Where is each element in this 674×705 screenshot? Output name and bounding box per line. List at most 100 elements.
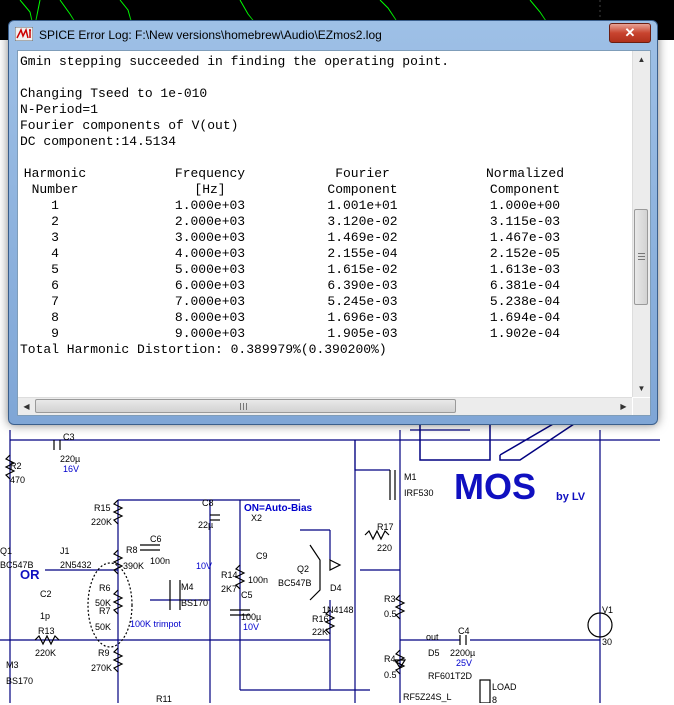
table-row-cell: 9.000e+03 xyxy=(174,326,246,341)
trimpot-label: 100K trimpot xyxy=(130,619,182,629)
part-j1-value: 2N5432 xyxy=(60,560,92,570)
table-row-cell: 3.000e+03 xyxy=(174,230,246,245)
part-r13-value: 220K xyxy=(35,648,57,658)
table-row-cell: 5.245e-03 xyxy=(327,294,398,309)
part-c9-label: C9 xyxy=(256,551,268,561)
scrollbar-corner xyxy=(633,398,650,415)
part-r4-label: R4 xyxy=(384,654,396,664)
part-r14-value: 2K7 xyxy=(221,584,238,594)
part-x2-label: X2 xyxy=(251,513,263,523)
part-c2-label: C2 xyxy=(40,589,52,599)
part-r17-label: R17 xyxy=(377,522,394,532)
part-m3-label: M3 xyxy=(6,660,19,670)
load-value: 8 xyxy=(492,695,498,705)
part-c8-value: 22µ xyxy=(198,520,214,530)
table-row-cell: 1.001e+01 xyxy=(327,198,398,213)
part-c2-value: 1p xyxy=(40,611,51,621)
log-text-area[interactable]: Gmin stepping succeeded in finding the o… xyxy=(18,51,632,397)
logo-text: MOS xyxy=(454,466,537,507)
scroll-right-icon[interactable]: ▶ xyxy=(615,398,632,415)
part-c3-rating: 16V xyxy=(63,464,80,474)
table-header-row: Harmonic Frequency Fourier Normalized xyxy=(20,166,630,182)
table-header-row-cell: Component xyxy=(327,182,398,197)
table-row: 8 8.000e+03 1.696e-03 1.694e-04 xyxy=(20,310,630,326)
table-row: 1 1.000e+03 1.001e+01 1.000e+00 xyxy=(20,198,630,214)
vertical-scrollbar[interactable]: ▲ ▼ xyxy=(632,51,650,397)
part-r9-label: R9 xyxy=(98,648,110,658)
table-row-cell: 1.902e-04 xyxy=(489,326,561,341)
table-row-cell: 1.469e-02 xyxy=(327,230,398,245)
part-c4-rating: 25V xyxy=(456,658,473,668)
horizontal-scroll-thumb[interactable] xyxy=(35,399,456,413)
close-button[interactable]: ✕ xyxy=(609,23,651,43)
part-r15-value: 220K xyxy=(91,517,113,527)
table-row-cell: 6.000e+03 xyxy=(174,278,246,293)
table-row-cell: 6.381e-04 xyxy=(489,278,561,293)
table-row-cell: 4 xyxy=(51,246,59,261)
part-r3-label: R3 xyxy=(384,594,396,604)
log-line: Gmin stepping succeeded in finding the o… xyxy=(20,54,450,69)
part-r4-value: 0.5 xyxy=(384,670,397,680)
table-header-row: Number [Hz] Component Component xyxy=(20,182,630,198)
part-c3-value: 220µ xyxy=(60,454,81,464)
load-label: LOAD xyxy=(492,682,517,692)
part-m4-label: M4 xyxy=(181,582,194,592)
table-row-cell: 3.120e-02 xyxy=(327,214,398,229)
log-line: N-Period=1 xyxy=(20,102,99,117)
part-d4-label: D4 xyxy=(330,583,342,593)
table-row-cell: 1.905e-03 xyxy=(327,326,398,341)
part-r3-value: 0.5 xyxy=(384,609,397,619)
table-row-cell: 1.615e-02 xyxy=(327,262,398,277)
scroll-up-icon[interactable]: ▲ xyxy=(633,51,650,68)
vertical-scroll-thumb[interactable] xyxy=(634,209,648,305)
part-r15-label: R15 xyxy=(94,503,111,513)
part-q2-value: BC547B xyxy=(278,578,312,588)
part-r17-value: 220 xyxy=(377,543,393,553)
table-row-cell: 6.390e-03 xyxy=(327,278,398,293)
table-row-cell: 2 xyxy=(51,214,59,229)
table-header-row-cell: Component xyxy=(489,182,561,197)
part-d5-label: D5 xyxy=(428,648,440,658)
table-row-cell: 4.000e+03 xyxy=(174,246,246,261)
table-row: 4 4.000e+03 2.155e-04 2.152e-05 xyxy=(20,246,630,262)
scroll-left-icon[interactable]: ◀ xyxy=(18,398,35,415)
close-icon: ✕ xyxy=(624,25,636,40)
ltspice-icon xyxy=(15,27,33,41)
table-row-cell: 2.155e-04 xyxy=(327,246,398,261)
title-bar[interactable]: SPICE Error Log: F:\New versions\homebre… xyxy=(9,21,657,49)
table-row-cell: 7 xyxy=(51,294,59,309)
table-row-cell: 3.115e-03 xyxy=(489,214,561,229)
scroll-down-icon[interactable]: ▼ xyxy=(633,380,650,397)
table-header-row-cell: Number xyxy=(31,182,79,197)
table-row-cell: 5 xyxy=(51,262,59,277)
spice-error-log-window: SPICE Error Log: F:\New versions\homebre… xyxy=(8,20,658,425)
part-c6-label: C6 xyxy=(150,534,162,544)
table-header-row-cell: Normalized xyxy=(485,166,564,181)
table-row-cell: 1.696e-03 xyxy=(327,310,398,325)
table-row-cell: 8 xyxy=(51,310,59,325)
part-m1-value: IRF530 xyxy=(404,488,434,498)
table-row-cell: 1.000e+03 xyxy=(174,198,246,213)
part-r14-label: R14 xyxy=(221,570,238,580)
part-r8-label: R8 xyxy=(126,545,138,555)
part-m3-value: BS170 xyxy=(6,676,34,686)
part-c6-value: 100n xyxy=(150,556,171,566)
part-v1-value: 30 xyxy=(602,637,613,647)
out-label: out xyxy=(426,632,439,642)
table-row-cell: 7.000e+03 xyxy=(174,294,246,309)
table-row-cell: 9 xyxy=(51,326,59,341)
table-row: 9 9.000e+03 1.905e-03 1.902e-04 xyxy=(20,326,630,342)
part-c5-rating: 10V xyxy=(243,622,260,632)
window-title: SPICE Error Log: F:\New versions\homebre… xyxy=(39,28,382,42)
table-row: 5 5.000e+03 1.615e-02 1.613e-03 xyxy=(20,262,630,278)
part-r2-value: 470 xyxy=(10,475,26,485)
part-r13-label: R13 xyxy=(38,626,55,636)
part-d5-value: RF601T2D xyxy=(428,671,473,681)
horizontal-scrollbar[interactable]: ◀ ▶ xyxy=(18,397,632,415)
table-header-row-cell: Harmonic xyxy=(23,166,87,181)
table-row: 2 2.000e+03 3.120e-02 3.115e-03 xyxy=(20,214,630,230)
table-row-cell: 2.000e+03 xyxy=(174,214,246,229)
part-m2-value: RF5Z24S_L xyxy=(403,692,452,702)
part-r7-value: 50K xyxy=(95,622,112,632)
part-r8-value: 390K xyxy=(123,561,145,571)
